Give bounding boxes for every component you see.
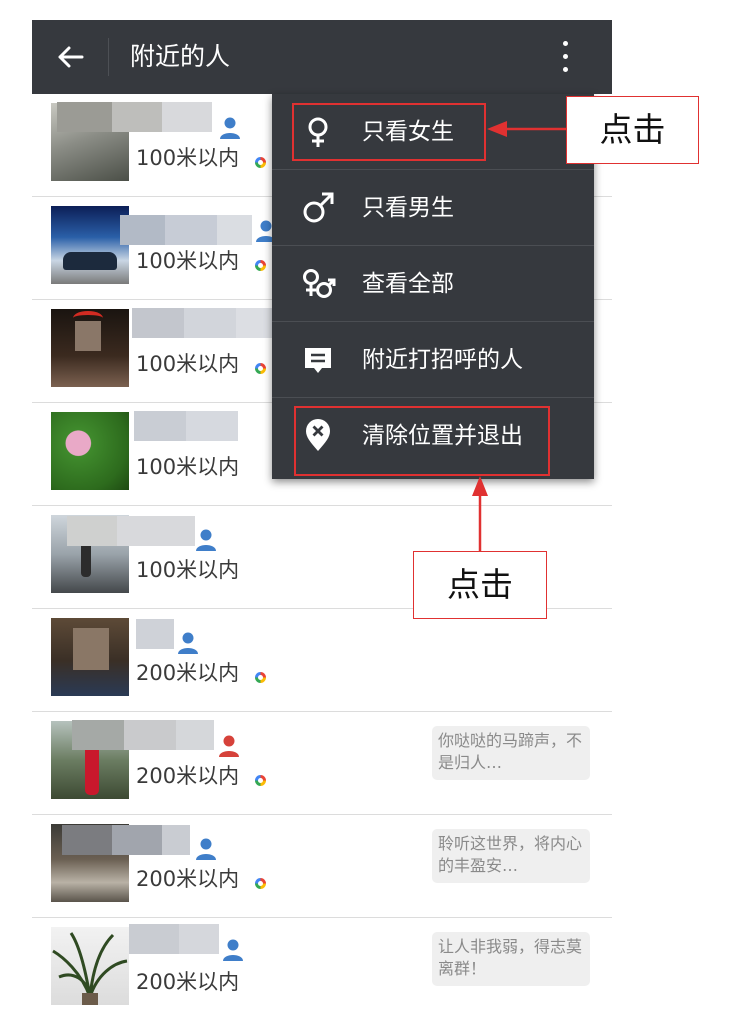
male-user-icon: [220, 117, 240, 139]
avatar: [51, 927, 129, 1005]
blurred-nickname: [176, 720, 214, 750]
blurred-nickname: [72, 720, 124, 750]
blurred-nickname: [134, 411, 186, 441]
moments-icon: [255, 260, 266, 271]
menu-item-view-all[interactable]: 查看全部: [272, 246, 594, 322]
signature-bubble: 聆听这世界，将内心的丰盈安…: [432, 829, 590, 883]
highlight-box-female-only: [292, 103, 486, 161]
more-options-icon[interactable]: [557, 37, 575, 77]
moments-icon: [255, 363, 266, 374]
blurred-nickname: [129, 924, 179, 954]
distance-label: 100米以内: [136, 249, 240, 273]
avatar: [51, 412, 129, 490]
moments-icon: [255, 775, 266, 786]
male-user-icon: [196, 529, 216, 551]
signature-bubble: 你哒哒的马蹄声，不是归人…: [432, 726, 590, 780]
male-user-icon: [223, 939, 243, 961]
blurred-nickname: [117, 516, 195, 546]
blurred-nickname: [165, 215, 217, 245]
back-arrow-icon[interactable]: [54, 41, 86, 73]
list-item[interactable]: 200米以内 让人非我弱，得志莫离群！: [32, 918, 612, 1014]
male-user-icon: [196, 838, 216, 860]
callout-click-top: 点击: [566, 96, 699, 164]
menu-item-nearby-greetings[interactable]: 附近打招呼的人: [272, 322, 594, 398]
blurred-nickname: [162, 825, 190, 855]
blurred-nickname: [236, 308, 272, 338]
distance-label: 100米以内: [136, 455, 240, 479]
top-bar: 附近的人: [32, 20, 612, 94]
moments-icon: [255, 878, 266, 889]
blurred-face: [73, 628, 109, 670]
blurred-nickname: [136, 619, 174, 649]
signature-bubble: 让人非我弱，得志莫离群！: [432, 932, 590, 986]
menu-item-male-only[interactable]: 只看男生: [272, 170, 594, 246]
moments-icon: [255, 157, 266, 168]
blurred-nickname: [112, 102, 162, 132]
moments-icon: [255, 672, 266, 683]
blurred-nickname: [217, 215, 252, 245]
horns-shape: [73, 311, 103, 325]
list-item[interactable]: 200米以内 你哒哒的马蹄声，不是归人…: [32, 712, 612, 815]
distance-label: 100米以内: [136, 352, 240, 376]
distance-label: 100米以内: [136, 146, 240, 170]
blurred-nickname: [184, 308, 236, 338]
blurred-nickname: [186, 411, 238, 441]
blurred-nickname: [112, 825, 162, 855]
all-genders-icon: [303, 269, 336, 298]
avatar: [51, 309, 129, 387]
male-icon: [303, 192, 334, 223]
female-user-icon: [219, 735, 239, 757]
toolbar-divider: [108, 38, 109, 76]
list-item[interactable]: 200米以内 聆听这世界，将内心的丰盈安…: [32, 815, 612, 918]
plant-image: [52, 932, 128, 1005]
blurred-nickname: [124, 720, 176, 750]
blurred-nickname: [57, 102, 112, 132]
phone-screen: 附近的人 100米以内 100米以内 100米以内 100米以内 100米以内 …: [32, 20, 612, 1014]
list-item[interactable]: 200米以内: [32, 609, 612, 712]
avatar: [51, 618, 129, 696]
distance-label: 200米以内: [136, 764, 240, 788]
highlight-box-clear-location: [294, 406, 550, 476]
menu-item-label: 附近打招呼的人: [362, 347, 523, 373]
callout-click-bottom: 点击: [413, 551, 547, 619]
blurred-nickname: [132, 308, 184, 338]
distance-label: 200米以内: [136, 661, 240, 685]
blurred-nickname: [67, 516, 117, 546]
blurred-face: [75, 321, 101, 351]
menu-item-label: 查看全部: [362, 271, 454, 297]
blurred-nickname: [179, 924, 219, 954]
distance-label: 200米以内: [136, 970, 240, 994]
page-title: 附近的人: [130, 42, 231, 71]
blurred-nickname: [62, 825, 112, 855]
distance-label: 100米以内: [136, 558, 240, 582]
figure-shape: [85, 743, 99, 795]
distance-label: 200米以内: [136, 867, 240, 891]
blurred-nickname: [120, 215, 165, 245]
avatar: [51, 206, 129, 284]
blurred-nickname: [162, 102, 212, 132]
greeting-message-icon: [305, 348, 331, 373]
menu-item-label: 只看男生: [362, 195, 454, 221]
car-shape: [63, 252, 117, 270]
male-user-icon: [178, 632, 198, 654]
